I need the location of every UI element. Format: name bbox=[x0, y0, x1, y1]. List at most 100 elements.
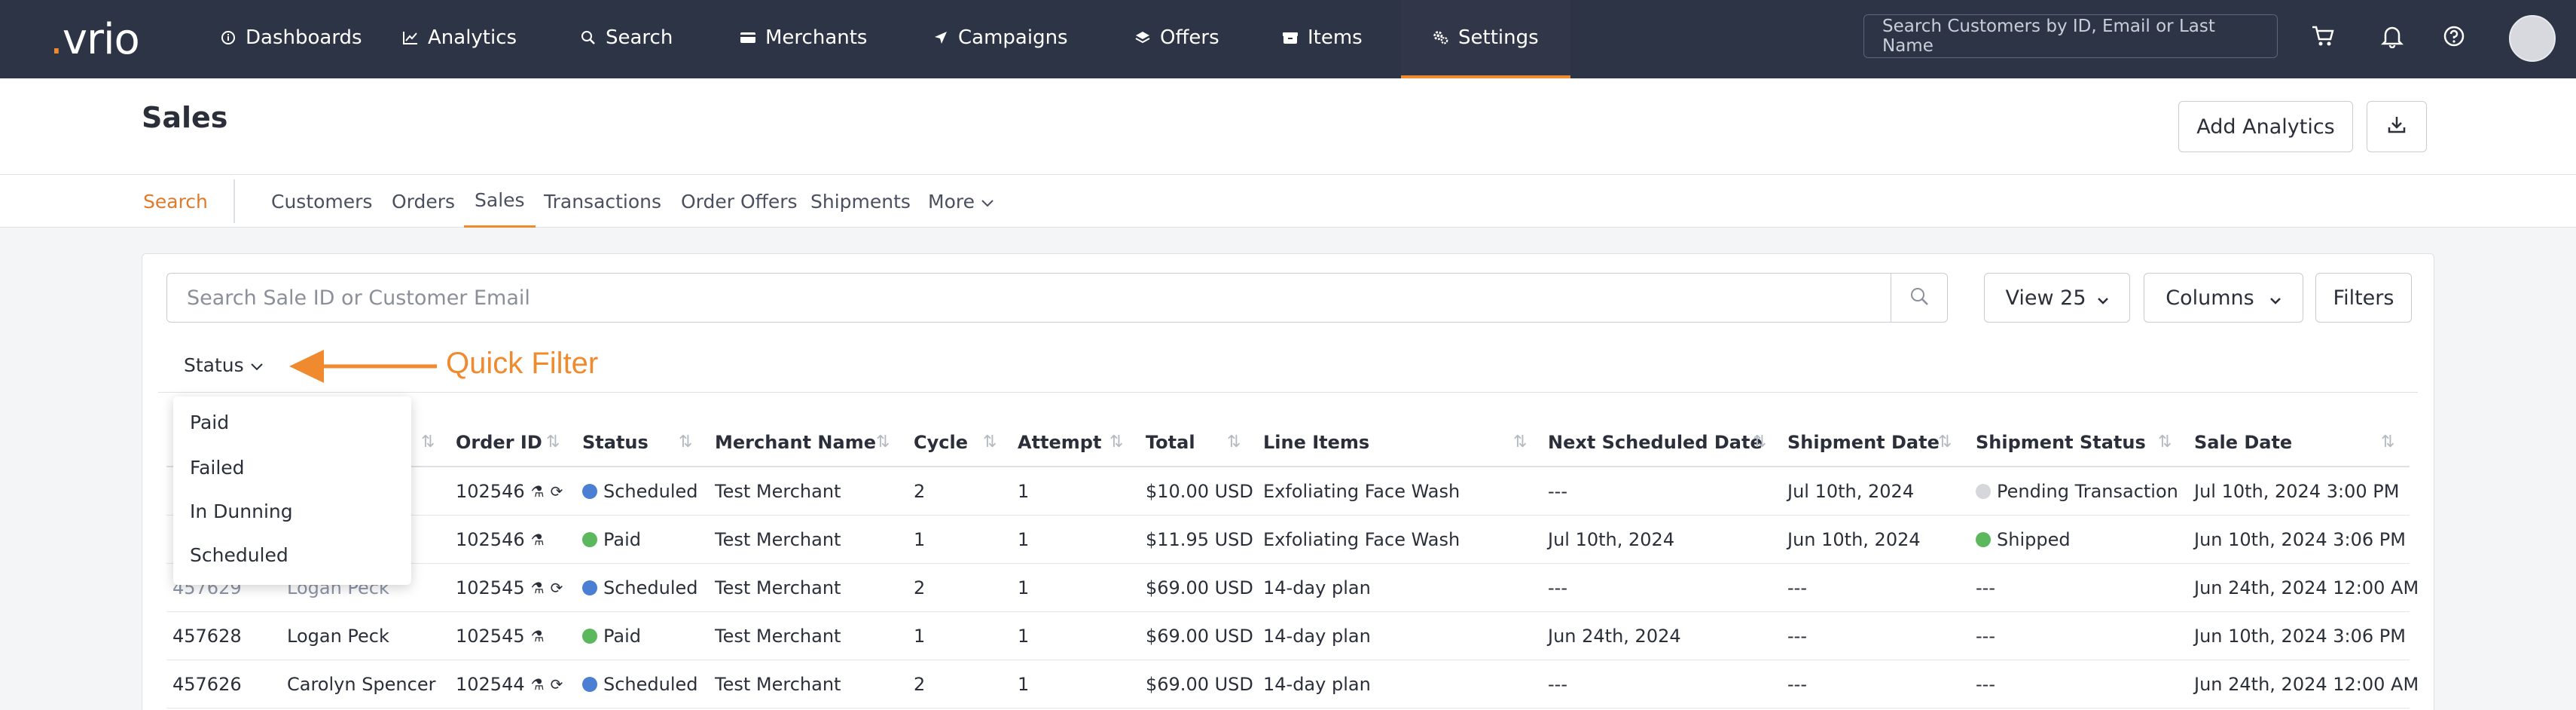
attempt-cell: 1 bbox=[1018, 577, 1030, 598]
gears-icon bbox=[1433, 29, 1449, 46]
subnav-search[interactable]: Search bbox=[143, 175, 208, 228]
download-button[interactable] bbox=[2367, 101, 2427, 152]
col-next-scheduled-date[interactable]: Next Scheduled Date bbox=[1548, 418, 1763, 467]
next-date-cell: --- bbox=[1548, 481, 1567, 502]
sort-icon[interactable]: ⇅ bbox=[983, 433, 997, 451]
status-option-in-dunning[interactable]: In Dunning bbox=[190, 500, 293, 522]
order-id-cell: 102545 ⚗ ⟳ bbox=[456, 577, 563, 598]
col-status[interactable]: Status bbox=[582, 418, 649, 467]
merchant-cell: Test Merchant bbox=[715, 577, 841, 598]
sort-icon[interactable]: ⇅ bbox=[1938, 433, 1952, 451]
flask-icon: ⚗ bbox=[530, 579, 545, 597]
subnav-transactions[interactable]: Transactions bbox=[544, 175, 661, 228]
attempt-cell: 1 bbox=[1018, 481, 1030, 502]
col-order-id[interactable]: Order ID bbox=[456, 418, 542, 467]
next-date-cell: --- bbox=[1548, 577, 1567, 598]
recurring-icon: ⟳ bbox=[550, 675, 563, 693]
global-search-input[interactable]: Search Customers by ID, Email or Last Na… bbox=[1863, 14, 2278, 58]
recurring-icon: ⟳ bbox=[550, 579, 563, 597]
sort-icon[interactable]: ⇅ bbox=[1753, 433, 1766, 451]
total-cell: $69.00 USD bbox=[1146, 577, 1253, 598]
col-line-items[interactable]: Line Items bbox=[1263, 418, 1369, 467]
table-row[interactable]: 457626 Carolyn Spencer 102544 ⚗ ⟳ Schedule… bbox=[166, 660, 2419, 708]
add-analytics-button[interactable]: Add Analytics bbox=[2178, 101, 2353, 152]
nav-analytics[interactable]: Analytics bbox=[402, 0, 517, 75]
status-option-scheduled[interactable]: Scheduled bbox=[190, 544, 288, 566]
filter-divider bbox=[158, 392, 2418, 393]
search-icon bbox=[580, 29, 597, 46]
total-cell: $69.00 USD bbox=[1146, 626, 1253, 647]
status-cell: Scheduled bbox=[582, 564, 698, 612]
bell-icon[interactable] bbox=[2377, 21, 2407, 51]
columns-select[interactable]: Columns bbox=[2144, 273, 2303, 323]
sort-icon[interactable]: ⇅ bbox=[876, 433, 890, 451]
customer-cell[interactable]: Carolyn Spencer bbox=[287, 660, 435, 708]
quick-filter-annotation: Quick Filter bbox=[446, 347, 599, 380]
customer-cell[interactable]: Logan Peck bbox=[287, 612, 389, 660]
chevron-down-icon bbox=[2269, 286, 2281, 310]
sale-id-cell[interactable]: 457626 bbox=[172, 660, 242, 708]
merchant-cell: Test Merchant bbox=[715, 674, 841, 695]
sort-icon[interactable]: ⇅ bbox=[1227, 433, 1241, 451]
vrio-logo[interactable]: . vrio bbox=[50, 15, 140, 64]
sub-navbar: Search Customers Orders Sales Transactio… bbox=[0, 175, 2576, 228]
col-cycle[interactable]: Cycle bbox=[914, 418, 968, 467]
col-merchant-name[interactable]: Merchant Name bbox=[715, 418, 876, 467]
status-quick-filter[interactable]: Status bbox=[184, 354, 264, 376]
annotation-arrow-icon bbox=[289, 350, 437, 383]
user-avatar[interactable] bbox=[2509, 15, 2556, 62]
sort-icon[interactable]: ⇅ bbox=[1513, 433, 1527, 451]
col-total[interactable]: Total bbox=[1146, 418, 1195, 467]
table-row[interactable]: 457629 Logan Peck 102545 ⚗ ⟳ Scheduled Tes… bbox=[166, 564, 2419, 612]
subnav-sales[interactable]: Sales bbox=[464, 175, 536, 228]
nav-campaigns[interactable]: Campaigns bbox=[932, 0, 1068, 75]
col-shipment-status[interactable]: Shipment Status bbox=[1976, 418, 2146, 467]
cycle-cell: 2 bbox=[914, 577, 926, 598]
help-icon[interactable] bbox=[2439, 21, 2469, 51]
sort-icon[interactable]: ⇅ bbox=[1109, 433, 1123, 451]
col-attempt[interactable]: Attempt bbox=[1018, 418, 1101, 467]
nav-search[interactable]: Search bbox=[580, 0, 673, 75]
sort-icon[interactable]: ⇅ bbox=[546, 433, 560, 451]
subnav-customers[interactable]: Customers bbox=[271, 175, 372, 228]
sale-date-cell: Jun 10th, 2024 3:06 PM bbox=[2194, 529, 2406, 550]
filters-button[interactable]: Filters bbox=[2315, 273, 2412, 323]
line-items-cell: 14-day plan bbox=[1263, 626, 1371, 647]
cart-icon[interactable] bbox=[2308, 21, 2338, 51]
table-row[interactable]: 457628 Logan Peck 102545 ⚗ Paid Test Merc… bbox=[166, 612, 2410, 660]
cycle-cell: 2 bbox=[914, 674, 926, 695]
ship-date-cell: --- bbox=[1787, 577, 1807, 598]
sort-icon[interactable]: ⇅ bbox=[2381, 433, 2394, 451]
next-date-cell: Jul 10th, 2024 bbox=[1548, 529, 1675, 550]
next-date-cell: Jun 24th, 2024 bbox=[1548, 626, 1681, 647]
status-option-failed[interactable]: Failed bbox=[190, 457, 245, 479]
subnav-order-offers[interactable]: Order Offers bbox=[681, 175, 798, 228]
sort-icon[interactable]: ⇅ bbox=[679, 433, 692, 451]
nav-merchants[interactable]: Merchants bbox=[740, 0, 867, 75]
credit-card-icon bbox=[740, 29, 756, 46]
sort-icon[interactable]: ⇅ bbox=[421, 433, 435, 451]
subnav-more[interactable]: More bbox=[928, 175, 994, 228]
sale-id-cell[interactable]: 457628 bbox=[172, 612, 242, 660]
col-sale-date[interactable]: Sale Date bbox=[2194, 418, 2292, 467]
table-row[interactable]: 102546 ⚗ Paid Test Merchant 1 1 $11.95 US… bbox=[166, 516, 2410, 564]
top-navbar: . vrio Dashboards Analytics Search Mercha… bbox=[0, 0, 2576, 78]
subnav-shipments[interactable]: Shipments bbox=[810, 175, 911, 228]
nav-dashboards[interactable]: Dashboards bbox=[220, 0, 362, 75]
sale-date-cell: Jun 24th, 2024 12:00 AM bbox=[2194, 674, 2419, 695]
nav-offers[interactable]: Offers bbox=[1134, 0, 1219, 75]
col-shipment-date[interactable]: Shipment Date bbox=[1787, 418, 1940, 467]
status-option-paid[interactable]: Paid bbox=[190, 412, 229, 433]
sale-search-button[interactable] bbox=[1891, 273, 1948, 323]
subnav-orders[interactable]: Orders bbox=[392, 175, 455, 228]
layers-icon bbox=[1134, 29, 1151, 46]
table-row[interactable]: 102546 ⚗ ⟳ Scheduled Test Merchant 2 1 $10… bbox=[166, 467, 2410, 516]
nav-items[interactable]: Items bbox=[1282, 0, 1363, 75]
sale-search-input[interactable]: Search Sale ID or Customer Email bbox=[166, 273, 1891, 323]
ship-status-cell: Shipped bbox=[1976, 516, 2071, 564]
view-select[interactable]: View 25 bbox=[1984, 273, 2130, 323]
status-dot bbox=[582, 580, 597, 595]
order-id-cell: 102544 ⚗ ⟳ bbox=[456, 674, 563, 695]
sort-icon[interactable]: ⇅ bbox=[2158, 433, 2172, 451]
nav-settings[interactable]: Settings bbox=[1401, 0, 1570, 78]
